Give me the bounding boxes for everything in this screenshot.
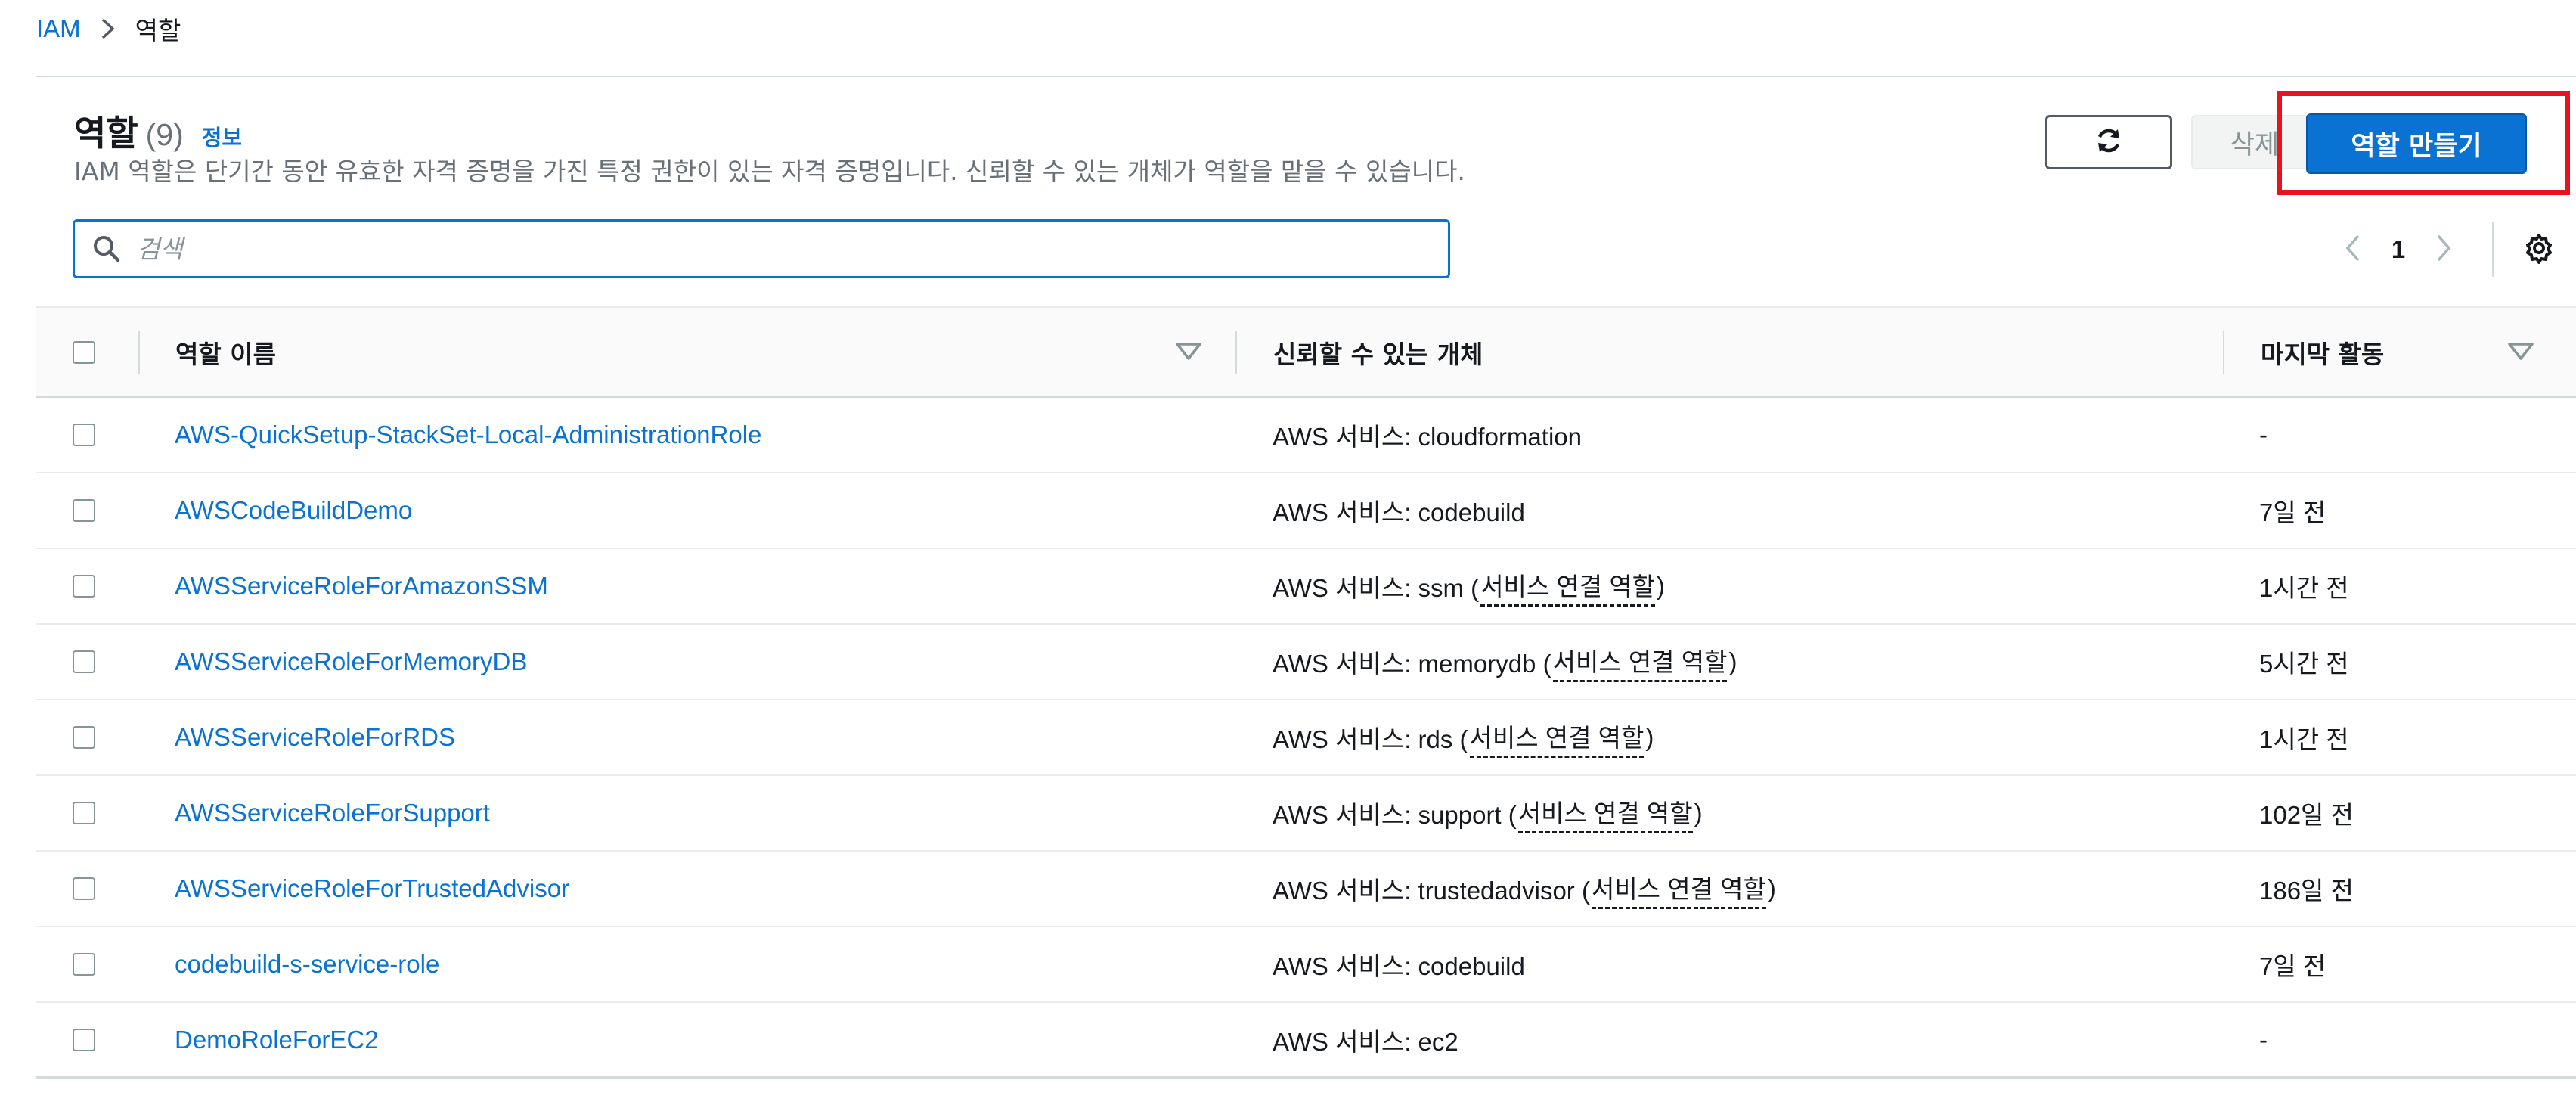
trusted-entity: AWS 서비스: rds (서비스 연결 역할) (1273, 700, 1654, 774)
row-checkbox[interactable] (73, 499, 95, 522)
role-name-link[interactable]: AWSCodeBuildDemo (175, 473, 412, 548)
row-checkbox[interactable] (73, 877, 95, 900)
last-activity: 1시간 전 (2259, 574, 2349, 602)
select-all-cell (73, 308, 95, 396)
refresh-button[interactable] (2045, 115, 2172, 169)
row-checkbox[interactable] (73, 650, 95, 673)
row-checkbox[interactable] (73, 726, 95, 749)
trusted-entity: AWS 서비스: ssm (서비스 연결 역할) (1273, 549, 1665, 623)
table-row: AWSServiceRoleForAmazonSSM AWS 서비스: ssm … (36, 549, 2576, 625)
page-description: IAM 역할은 단기간 동안 유효한 자격 증명을 가진 특정 권한이 있는 자… (74, 157, 1465, 186)
table-row: AWS-QuickSetup-StackSet-Local-Administra… (36, 398, 2576, 473)
service-linked-role-tooltip[interactable]: 서비스 연결 역할 (1517, 793, 1693, 833)
row-checkbox[interactable] (73, 802, 95, 824)
chevron-right-icon (99, 17, 117, 40)
sort-down-icon[interactable] (1175, 342, 1202, 365)
last-activity: 186일 전 (2259, 877, 2354, 905)
table-row: AWSServiceRoleForMemoryDB AWS 서비스: memor… (36, 625, 2576, 700)
trusted-entity: AWS 서비스: trustedadvisor (서비스 연결 역할) (1273, 852, 1776, 926)
row-checkbox[interactable] (73, 424, 95, 446)
trusted-entity: AWS 서비스: codebuild (1273, 927, 1525, 1001)
role-name-link[interactable]: AWSServiceRoleForRDS (175, 700, 455, 774)
table-row: AWSCodeBuildDemo AWS 서비스: codebuild 7일 전 (36, 473, 2576, 549)
trusted-entity-text: AWS 서비스: trustedadvisor ( (1273, 877, 1590, 905)
role-name-link[interactable]: codebuild-s-service-role (175, 927, 439, 1001)
table-row: AWSServiceRoleForRDS AWS 서비스: rds (서비스 연… (36, 700, 2576, 776)
chevron-left-icon (2344, 233, 2362, 266)
table-row: DemoRoleForEC2 AWS 서비스: ec2 - (36, 1003, 2576, 1079)
breadcrumb-current: 역할 (135, 16, 181, 45)
last-activity: 5시간 전 (2259, 650, 2349, 678)
page-title: 역할 (74, 113, 138, 154)
role-name-link[interactable]: AWSServiceRoleForAmazonSSM (175, 549, 548, 623)
trusted-entity: AWS 서비스: support (서비스 연결 역할) (1273, 776, 1703, 850)
trusted-entity-text: AWS 서비스: codebuild (1273, 952, 1525, 980)
role-name-link[interactable]: AWSServiceRoleForMemoryDB (175, 625, 527, 699)
table-body: AWS-QuickSetup-StackSet-Local-Administra… (36, 398, 2576, 1079)
roles-container: 역할 (9) 정보 IAM 역할은 단기간 동안 유효한 자격 증명을 가진 특… (36, 76, 2576, 1105)
page-header: 역할 (9) 정보 (74, 106, 242, 156)
search-icon (91, 234, 122, 264)
trusted-entity: AWS 서비스: codebuild (1273, 473, 1525, 548)
delete-button[interactable]: 삭제 (2191, 115, 2318, 169)
trusted-entity-text: AWS 서비스: ec2 (1273, 1028, 1458, 1056)
row-checkbox[interactable] (73, 1029, 95, 1051)
trusted-entity-text: AWS 서비스: support ( (1273, 801, 1517, 829)
last-activity: 102일 전 (2259, 801, 2354, 829)
refresh-icon (2094, 126, 2123, 158)
table-row: AWSServiceRoleForTrustedAdvisor AWS 서비스:… (36, 852, 2576, 927)
row-checkbox[interactable] (73, 953, 95, 976)
breadcrumb: IAM 역할 (36, 8, 181, 50)
table-header: 역할 이름 신뢰할 수 있는 개체 마지막 활동 (36, 306, 2576, 398)
last-activity: - (2259, 421, 2268, 449)
chevron-right-icon (2435, 233, 2453, 266)
role-name-link[interactable]: AWSServiceRoleForTrustedAdvisor (175, 852, 569, 926)
create-role-button[interactable]: 역할 만들기 (2306, 113, 2527, 174)
trusted-entity: AWS 서비스: memorydb (서비스 연결 역할) (1273, 625, 1737, 699)
pager-divider (2492, 222, 2494, 277)
pagination: 1 (2335, 221, 2556, 278)
trusted-entity-text: AWS 서비스: memorydb ( (1273, 650, 1551, 678)
service-linked-role-tooltip[interactable]: 서비스 연결 역할 (1552, 642, 1728, 682)
row-checkbox[interactable] (73, 575, 95, 598)
table-row: codebuild-s-service-role AWS 서비스: codebu… (36, 927, 2576, 1003)
trusted-entity-text: AWS 서비스: rds ( (1273, 725, 1468, 753)
gear-icon (2522, 231, 2556, 268)
column-divider (138, 331, 140, 374)
role-name-link[interactable]: AWSServiceRoleForSupport (175, 776, 490, 850)
trusted-entity: AWS 서비스: ec2 (1273, 1003, 1458, 1077)
trusted-entity-text: AWS 서비스: cloudformation (1273, 423, 1582, 451)
breadcrumb-link-iam[interactable]: IAM (36, 14, 81, 43)
column-header-last-activity[interactable]: 마지막 활동 (2261, 308, 2384, 396)
next-page-button[interactable] (2426, 233, 2462, 266)
previous-page-button[interactable] (2335, 233, 2371, 266)
trusted-entity-text: AWS 서비스: codebuild (1273, 498, 1525, 526)
sort-down-icon[interactable] (2507, 342, 2534, 365)
role-name-link[interactable]: DemoRoleForEC2 (175, 1003, 379, 1077)
column-divider (1235, 331, 1237, 374)
trusted-entity-text: AWS 서비스: ssm ( (1273, 574, 1480, 602)
column-header-trusted-entities[interactable]: 신뢰할 수 있는 개체 (1273, 308, 1483, 396)
trusted-entity: AWS 서비스: cloudformation (1273, 398, 1582, 472)
last-activity: - (2259, 1026, 2268, 1054)
service-linked-role-tooltip[interactable]: 서비스 연결 역할 (1469, 718, 1644, 758)
search-field[interactable] (73, 219, 1450, 278)
role-name-link[interactable]: AWS-QuickSetup-StackSet-Local-Administra… (175, 398, 761, 472)
table-settings-button[interactable] (2522, 231, 2556, 268)
current-page-number[interactable]: 1 (2371, 235, 2426, 264)
service-linked-role-tooltip[interactable]: 서비스 연결 역할 (1591, 869, 1766, 909)
select-all-checkbox[interactable] (73, 340, 95, 364)
roles-count: (9) (145, 117, 184, 152)
search-input[interactable] (135, 233, 1421, 265)
last-activity: 1시간 전 (2259, 725, 2349, 753)
info-link[interactable]: 정보 (202, 120, 242, 152)
roles-table: 역할 이름 신뢰할 수 있는 개체 마지막 활동 AWS-QuickSetup-… (36, 306, 2576, 1079)
service-linked-role-tooltip[interactable]: 서비스 연결 역할 (1480, 566, 1656, 607)
last-activity: 7일 전 (2259, 952, 2326, 980)
column-header-role-name[interactable]: 역할 이름 (175, 308, 276, 396)
last-activity: 7일 전 (2259, 498, 2326, 526)
table-row: AWSServiceRoleForSupport AWS 서비스: suppor… (36, 776, 2576, 852)
column-divider (2223, 331, 2224, 374)
